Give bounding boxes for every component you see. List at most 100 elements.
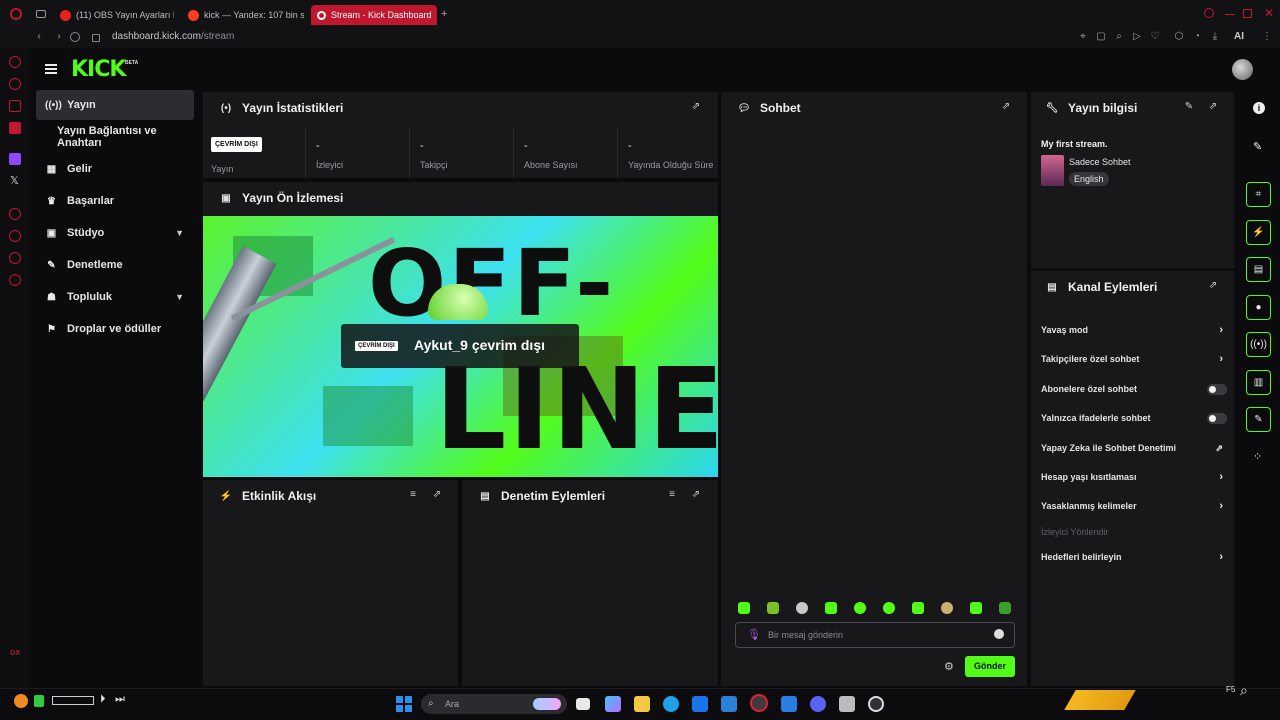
nav-item-topluluk[interactable]: ☗ Topluluk ▼	[36, 282, 194, 312]
messenger-icon[interactable]	[9, 78, 21, 90]
emotes-only-toggle[interactable]	[1207, 413, 1227, 424]
nav-item-basarilar[interactable]: ♛ Başarılar	[36, 186, 194, 216]
popout-icon[interactable]: ⇗	[1207, 101, 1219, 112]
filter-icon[interactable]: ≡	[407, 489, 419, 500]
search-tabs-icon[interactable]	[1204, 8, 1214, 18]
url-field[interactable]: dashboard.kick.com/stream	[112, 31, 234, 42]
nav-item-droplar[interactable]: ⚑ Droplar ve ödüller	[36, 314, 194, 344]
pencil-icon[interactable]: ✎	[1253, 140, 1262, 153]
popout-icon[interactable]: ⇗	[690, 101, 702, 112]
menu-icon[interactable]: ⋮	[1260, 30, 1274, 44]
maximize-button[interactable]	[1243, 9, 1252, 18]
tab-yandex[interactable]: kick — Yandex: 107 bin so	[182, 5, 304, 25]
media-skip-icon[interactable]: ⏵	[100, 693, 106, 706]
chat-input[interactable]: 🎙︎ Bir mesaj gönderin	[735, 622, 1015, 648]
magnifier-icon[interactable]: ⌕	[1240, 682, 1248, 699]
steam-icon[interactable]	[839, 696, 855, 712]
extensions-sidebar-icon[interactable]	[9, 252, 21, 264]
weather-icon[interactable]	[14, 694, 28, 708]
tool-clip-icon[interactable]: ⌗	[1246, 182, 1271, 207]
kick-logo[interactable]: KICK	[71, 57, 126, 82]
action-account-age[interactable]: Hesap yaşı kısıtlaması ›	[1041, 469, 1231, 485]
user-avatar[interactable]	[1232, 59, 1253, 80]
workspaces-icon[interactable]	[36, 10, 46, 18]
edit-icon[interactable]: ✎	[1183, 101, 1195, 112]
emote-icon[interactable]	[970, 602, 982, 614]
emote-icon[interactable]	[854, 602, 866, 614]
action-followers-only[interactable]: Takipçilere özel sohbet ›	[1041, 351, 1231, 367]
tool-document-icon[interactable]: ▤	[1246, 257, 1271, 282]
taskbar-search[interactable]: ⌕ Ara	[421, 694, 567, 714]
nav-item-studyo[interactable]: ▣ Stüdyo ▼	[36, 218, 194, 248]
edge-icon[interactable]	[663, 696, 679, 712]
filter-icon[interactable]: ≡	[666, 489, 678, 500]
file-explorer-icon[interactable]	[634, 696, 650, 712]
x-icon[interactable]: 𝕏	[10, 174, 19, 187]
tray-app-icon[interactable]	[34, 695, 44, 707]
popout-icon[interactable]: ⇗	[690, 489, 702, 500]
player-sidebar-icon[interactable]	[9, 100, 21, 112]
nav-item-stream-key[interactable]: Yayın Bağlantısı ve Anahtarı	[36, 122, 202, 152]
heart-icon[interactable]: ♡	[1148, 30, 1162, 44]
emote-icon[interactable]	[883, 602, 895, 614]
obs-icon[interactable]	[868, 696, 884, 712]
popout-icon[interactable]: ⇗	[1000, 101, 1012, 112]
emoji-icon[interactable]	[994, 629, 1004, 639]
tool-chat-icon[interactable]: ●	[1246, 295, 1271, 320]
send-button[interactable]: Gönder	[965, 656, 1015, 677]
discord-icon[interactable]	[810, 696, 826, 712]
stream-preview-image[interactable]: OFF- LINE ÇEVRİM DIŞI Aykut_9 çevrim dış…	[203, 216, 718, 477]
vscode-icon[interactable]	[781, 696, 797, 712]
emote-icon[interactable]	[767, 602, 779, 614]
nav-item-denetleme[interactable]: ✎ Denetleme	[36, 250, 194, 280]
youtube-sidebar-icon[interactable]	[9, 122, 21, 134]
tab-search-icon[interactable]: ⌕	[1112, 30, 1126, 44]
subscribers-only-toggle[interactable]	[1207, 384, 1227, 395]
tool-printer-icon[interactable]: ▥	[1246, 370, 1271, 395]
player-icon[interactable]: ▷	[1130, 30, 1144, 44]
pin-icon[interactable]: ⌖	[1076, 30, 1090, 44]
tool-lightning-icon[interactable]: ⚡	[1246, 220, 1271, 245]
tab-obs[interactable]: (11) OBS Yayın Ayarları Nas	[54, 5, 174, 25]
opera-gx-icon[interactable]	[750, 694, 768, 712]
task-view-icon[interactable]	[576, 698, 590, 710]
new-tab-button[interactable]: +	[441, 8, 447, 20]
emote-icon[interactable]	[912, 602, 924, 614]
snapshot-icon[interactable]: ▢	[1094, 30, 1108, 44]
forward-icon[interactable]: ›	[52, 30, 66, 44]
hamburger-menu-icon[interactable]	[45, 64, 57, 74]
back-icon[interactable]: ‹	[32, 30, 46, 44]
close-window-button[interactable]: ✕	[1264, 6, 1274, 20]
media-next-icon[interactable]: ⏭	[115, 693, 125, 706]
minimize-button[interactable]	[1225, 14, 1235, 15]
tool-broadcast-icon[interactable]: ((•))	[1246, 332, 1271, 357]
emote-icon[interactable]	[796, 602, 808, 614]
action-set-goals[interactable]: Hedefleri belirleyin ›	[1041, 549, 1231, 565]
mail-icon[interactable]	[721, 696, 737, 712]
emote-icon[interactable]	[825, 602, 837, 614]
download-icon[interactable]: ⤓	[1208, 30, 1222, 44]
category-name[interactable]: Sadece Sohbet	[1069, 157, 1131, 167]
gx-icon[interactable]: GX	[10, 650, 20, 657]
aria-icon[interactable]	[9, 56, 21, 68]
copilot-icon[interactable]	[605, 696, 621, 712]
opera-logo-icon[interactable]	[10, 8, 22, 20]
action-ai-moderation[interactable]: Yapay Zeka ile Sohbet Denetimi ⇗	[1041, 440, 1231, 456]
settings-sidebar-icon[interactable]	[9, 208, 21, 220]
profile-icon[interactable]: ◔	[1190, 30, 1204, 44]
info-icon[interactable]: i	[1253, 102, 1265, 114]
emote-icon[interactable]	[999, 602, 1011, 614]
gear-icon[interactable]	[9, 274, 21, 286]
action-banned-words[interactable]: Yasaklanmış kelimeler ›	[1041, 498, 1231, 514]
emote-icon[interactable]	[738, 602, 750, 614]
history-icon[interactable]	[9, 230, 21, 242]
popout-icon[interactable]: ⇗	[1207, 280, 1219, 291]
reload-icon[interactable]	[70, 32, 80, 42]
ai-button[interactable]: AI	[1228, 30, 1250, 44]
microphone-icon[interactable]: 🎙︎	[747, 628, 761, 641]
nav-item-yayin[interactable]: ((•)) Yayın	[36, 90, 194, 120]
twitch-icon[interactable]	[9, 153, 21, 165]
windows-start-icon[interactable]	[396, 696, 412, 712]
emote-icon[interactable]	[941, 602, 953, 614]
nav-item-gelir[interactable]: ▦ Gelir	[36, 154, 194, 184]
